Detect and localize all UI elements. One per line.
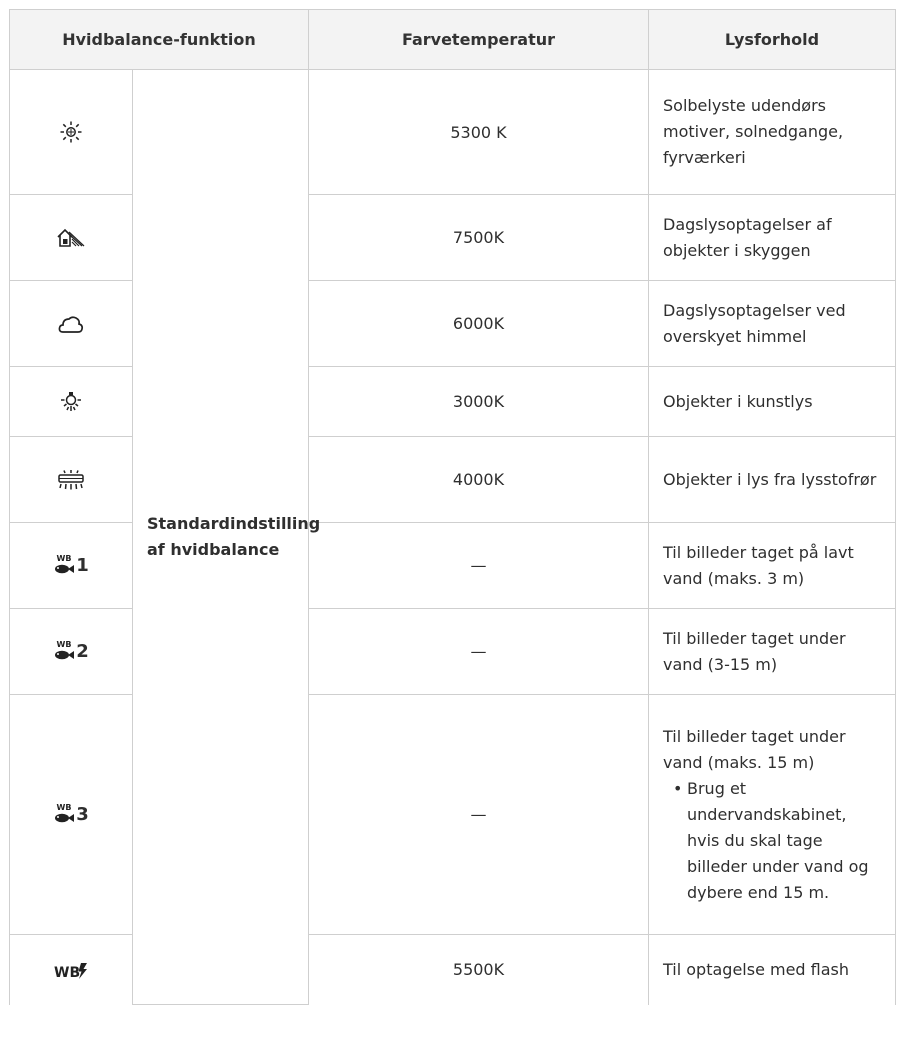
temp-value: 6000K — [308, 280, 649, 367]
icon-cell: WB — [9, 934, 133, 1005]
temp-value: — — [308, 608, 649, 695]
light-description: Solbelyste udendørs motiver, solnedgange… — [648, 69, 896, 195]
bullet-note: Brug et undervandskabinet, hvis du skal … — [673, 776, 881, 906]
svg-text:WB: WB — [57, 803, 72, 812]
bullet-list: Brug et undervandskabinet, hvis du skal … — [663, 776, 881, 906]
light-description: Til billeder taget på lavt vand (maks. 3… — [648, 522, 896, 609]
temp-value: — — [308, 522, 649, 609]
icon-cell — [9, 280, 133, 367]
light-description: Objekter i kunstlys — [648, 366, 896, 437]
icon-cell — [9, 69, 133, 195]
wb-number: 1 — [76, 554, 89, 576]
header-temp: Farvetemperatur — [308, 9, 649, 70]
light-description: Til optagelse med flash — [648, 934, 896, 1005]
icon-cell — [9, 194, 133, 281]
wb-number: 2 — [76, 640, 89, 662]
svg-text:WB: WB — [57, 640, 72, 649]
svg-text:WB: WB — [54, 965, 80, 980]
fish-icon: WB — [55, 554, 75, 573]
light-description: Objekter i lys fra lysstofrør — [648, 436, 896, 523]
temp-value: 5300 K — [308, 69, 649, 195]
fish-icon: WB — [55, 640, 75, 659]
icon-cell: WB 1 — [9, 522, 133, 609]
wb-flash-icon: WB — [54, 962, 87, 980]
cloudy-icon — [58, 315, 84, 333]
header-light: Lysforhold — [648, 9, 896, 70]
light-description: Til billeder taget under vand (maks. 15 … — [648, 694, 896, 935]
light-description-text: Til billeder taget under vand (maks. 15 … — [663, 726, 846, 772]
standard-wb-label: Standardindstilling af hvidbalance — [132, 69, 320, 1005]
icon-cell: WB 3 — [9, 694, 133, 935]
svg-text:WB: WB — [57, 554, 72, 563]
light-description: Til billeder taget under vand (3-15 m) — [648, 608, 896, 695]
temp-value: 3000K — [308, 366, 649, 437]
fish-icon: WB — [55, 803, 75, 822]
shade-icon — [57, 228, 85, 247]
header-mode: Hvidbalance-funktion — [9, 9, 309, 70]
temp-value: 4000K — [308, 436, 649, 523]
underwater-wb3-icon: WB 3 — [53, 802, 89, 824]
white-balance-table: Hvidbalance-funktion Farvetemperatur Lys… — [9, 9, 896, 1005]
underwater-wb1-icon: WB 1 — [53, 553, 89, 575]
light-description: Dagslysoptagelser af objekter i skyggen — [648, 194, 896, 281]
temp-value: 5500K — [308, 934, 649, 1005]
light-description: Dagslysoptagelser ved overskyet himmel — [648, 280, 896, 367]
temp-value: — — [308, 694, 649, 935]
icon-cell — [9, 436, 133, 523]
underwater-wb2-icon: WB 2 — [53, 639, 89, 661]
header-row: Hvidbalance-funktion Farvetemperatur Lys… — [9, 9, 896, 70]
tungsten-icon — [61, 391, 81, 411]
table-row: Standardindstilling af hvidbalance 5300 … — [9, 69, 896, 1005]
icon-cell — [9, 366, 133, 437]
icon-cell: WB 2 — [9, 608, 133, 695]
wb-number: 3 — [76, 803, 89, 825]
fluorescent-icon — [58, 469, 84, 489]
sunny-icon — [60, 121, 82, 143]
temp-value: 7500K — [308, 194, 649, 281]
